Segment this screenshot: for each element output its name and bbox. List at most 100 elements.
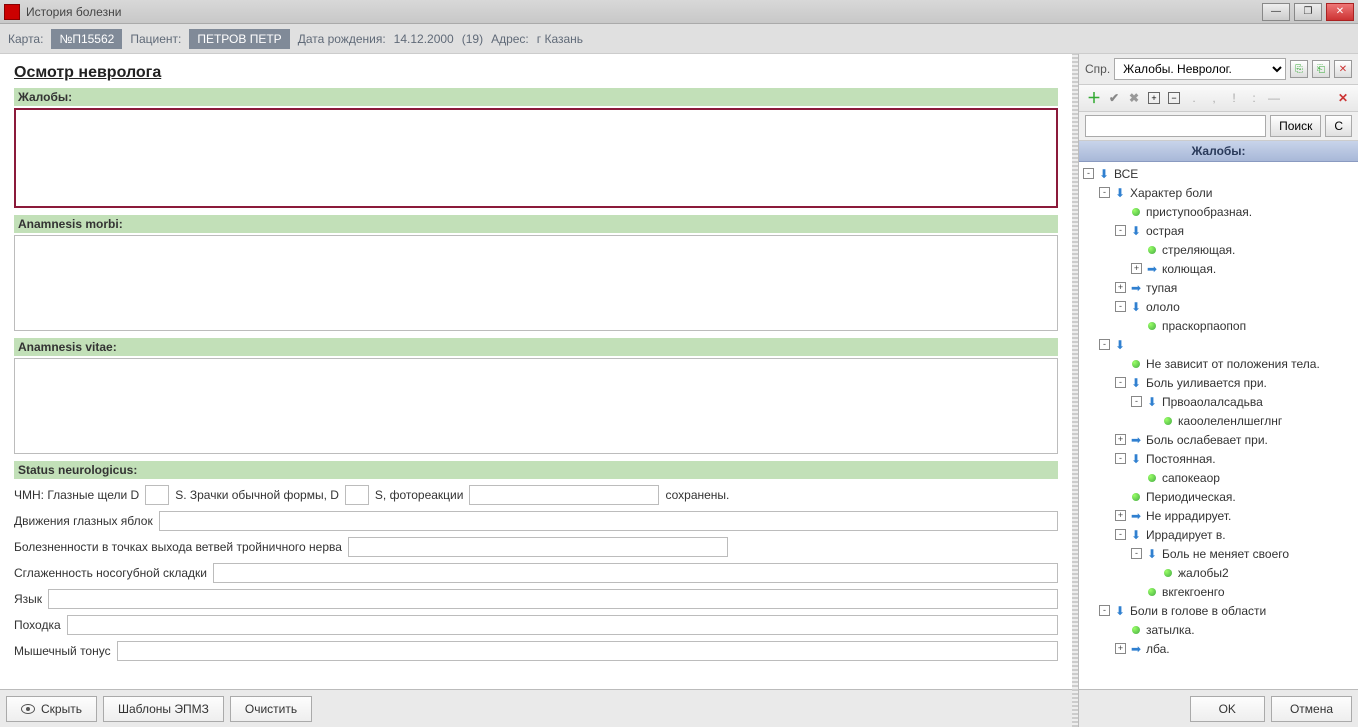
arrow-down-icon: ⬇ (1129, 376, 1143, 390)
tree-node[interactable]: затылка. (1079, 620, 1358, 639)
tree-node[interactable]: жалобы2 (1079, 563, 1358, 582)
tree-node[interactable]: приступообразная. (1079, 202, 1358, 221)
collapse-icon[interactable]: - (1083, 168, 1094, 179)
arrow-down-icon: ⬇ (1145, 547, 1159, 561)
yazyk-input[interactable] (48, 589, 1058, 609)
tree-label: затылка. (1146, 623, 1201, 637)
collapse-icon[interactable]: - (1115, 453, 1126, 464)
leaf-dot-icon (1161, 414, 1175, 428)
clear-button[interactable]: Очистить (230, 696, 312, 722)
tree-node[interactable]: -⬇Првоаолалсадьва (1079, 392, 1358, 411)
ok-label: OK (1219, 702, 1236, 716)
ref-action2-icon[interactable]: ⎗ (1312, 60, 1330, 78)
collapse-icon[interactable]: - (1099, 605, 1110, 616)
zrachki-label: S. Зрачки обычной формы, D (175, 488, 339, 502)
collapse-icon[interactable]: - (1115, 529, 1126, 540)
sglz-input[interactable] (213, 563, 1058, 583)
tree-node[interactable]: -⬇ (1079, 335, 1358, 354)
anamnesis-morbi-textarea[interactable] (14, 235, 1058, 331)
tree-node[interactable]: +➡колющая. (1079, 259, 1358, 278)
ref-action1-icon[interactable]: ⎘ (1290, 60, 1308, 78)
minimize-button[interactable]: — (1262, 3, 1290, 21)
add-node-icon[interactable]: ＋ (1085, 89, 1103, 107)
window-title: История болезни (26, 5, 1262, 19)
dvzh-label: Движения глазных яблок (14, 514, 153, 528)
tree-node[interactable]: -⬇ВСЕ (1079, 164, 1358, 183)
pohod-input[interactable] (67, 615, 1058, 635)
tree-node[interactable]: -⬇Боль уиливается при. (1079, 373, 1358, 392)
collapse-icon[interactable]: - (1115, 301, 1126, 312)
dvzh-input[interactable] (159, 511, 1058, 531)
collapse-icon[interactable]: - (1099, 187, 1110, 198)
form-panel: Осмотр невролога Жалобы: Anamnesis morbi… (0, 54, 1072, 727)
collapse-all-icon[interactable]: − (1165, 89, 1183, 107)
search-clear-button[interactable]: С (1325, 115, 1352, 137)
leaf-dot-icon (1161, 566, 1175, 580)
ok-button[interactable]: OK (1190, 696, 1265, 722)
delete-node-icon[interactable]: ✕ (1334, 89, 1352, 107)
tree-node[interactable]: -⬇Боль не меняет своего (1079, 544, 1358, 563)
tree-node[interactable]: +➡тупая (1079, 278, 1358, 297)
expand-icon[interactable]: + (1115, 510, 1126, 521)
tree-node[interactable]: стреляющая. (1079, 240, 1358, 259)
tree-node[interactable]: вкгекгоенго (1079, 582, 1358, 601)
sep3-icon: ! (1225, 89, 1243, 107)
mysh-input[interactable] (117, 641, 1058, 661)
toggle-empty (1115, 206, 1126, 217)
expand-icon[interactable]: + (1115, 282, 1126, 293)
tree-node[interactable]: Периодическая. (1079, 487, 1358, 506)
expand-icon[interactable]: + (1131, 263, 1142, 274)
tree-node[interactable]: -⬇Боли в голове в области (1079, 601, 1358, 620)
tree-node[interactable]: +➡Не иррадирует. (1079, 506, 1358, 525)
anamnesis-vitae-textarea[interactable] (14, 358, 1058, 454)
section-anamnesis-morbi: Anamnesis morbi: (14, 215, 1058, 233)
toggle-empty (1131, 320, 1142, 331)
tree-label: Боль ослабевает при. (1146, 433, 1274, 447)
expand-all-icon[interactable]: + (1145, 89, 1163, 107)
templates-button[interactable]: Шаблоны ЭПМЗ (103, 696, 224, 722)
patient-chip[interactable]: ПЕТРОВ ПЕТР (189, 29, 289, 49)
foto-input[interactable] (469, 485, 659, 505)
search-button[interactable]: Поиск (1270, 115, 1321, 137)
tree-node[interactable]: -⬇Постоянная. (1079, 449, 1358, 468)
close-button[interactable]: ✕ (1326, 3, 1354, 21)
collapse-icon[interactable]: - (1115, 225, 1126, 236)
chm-label: ЧМН: Глазные щели D (14, 488, 139, 502)
complaints-tree[interactable]: -⬇ВСЕ-⬇Характер болиприступообразная.-⬇о… (1079, 162, 1358, 689)
expand-icon[interactable]: + (1115, 643, 1126, 654)
mysh-label: Мышечный тонус (14, 644, 111, 658)
leaf-dot-icon (1145, 243, 1159, 257)
tree-node[interactable]: каоолеленлшеглнг (1079, 411, 1358, 430)
collapse-icon[interactable]: - (1115, 377, 1126, 388)
expand-icon[interactable]: + (1115, 434, 1126, 445)
ref-delete-icon[interactable]: ✕ (1334, 60, 1352, 78)
hide-button[interactable]: Скрыть (6, 696, 97, 722)
complaints-textarea[interactable] (14, 108, 1058, 208)
cancel-edit-icon[interactable]: ✖ (1125, 89, 1143, 107)
tree-node[interactable]: -⬇острая (1079, 221, 1358, 240)
chm-d-input[interactable] (145, 485, 169, 505)
arrow-right-icon: ➡ (1129, 642, 1143, 656)
confirm-icon[interactable]: ✔ (1105, 89, 1123, 107)
tree-node[interactable]: +➡лба. (1079, 639, 1358, 658)
collapse-icon[interactable]: - (1131, 548, 1142, 559)
zrach-d-input[interactable] (345, 485, 369, 505)
cancel-button[interactable]: Отмена (1271, 696, 1352, 722)
tree-node[interactable]: -⬇Иррадирует в. (1079, 525, 1358, 544)
reference-select[interactable]: Жалобы. Невролог. (1114, 58, 1286, 80)
tree-node[interactable]: Не зависит от положения тела. (1079, 354, 1358, 373)
card-chip[interactable]: №П15562 (51, 29, 122, 49)
tree-node[interactable]: сапокеаор (1079, 468, 1358, 487)
tree-node[interactable]: -⬇Характер боли (1079, 183, 1358, 202)
maximize-button[interactable]: ❐ (1294, 3, 1322, 21)
bolz-input[interactable] (348, 537, 728, 557)
collapse-icon[interactable]: - (1131, 396, 1142, 407)
row-mysh: Мышечный тонус (14, 641, 1058, 661)
tree-node[interactable]: праскорпаопоп (1079, 316, 1358, 335)
tree-node[interactable]: +➡Боль ослабевает при. (1079, 430, 1358, 449)
tree-search-input[interactable] (1085, 115, 1266, 137)
collapse-icon[interactable]: - (1099, 339, 1110, 350)
tree-node[interactable]: -⬇ололо (1079, 297, 1358, 316)
arrow-down-icon: ⬇ (1129, 224, 1143, 238)
form-scroll[interactable]: Осмотр невролога Жалобы: Anamnesis morbi… (0, 54, 1072, 689)
